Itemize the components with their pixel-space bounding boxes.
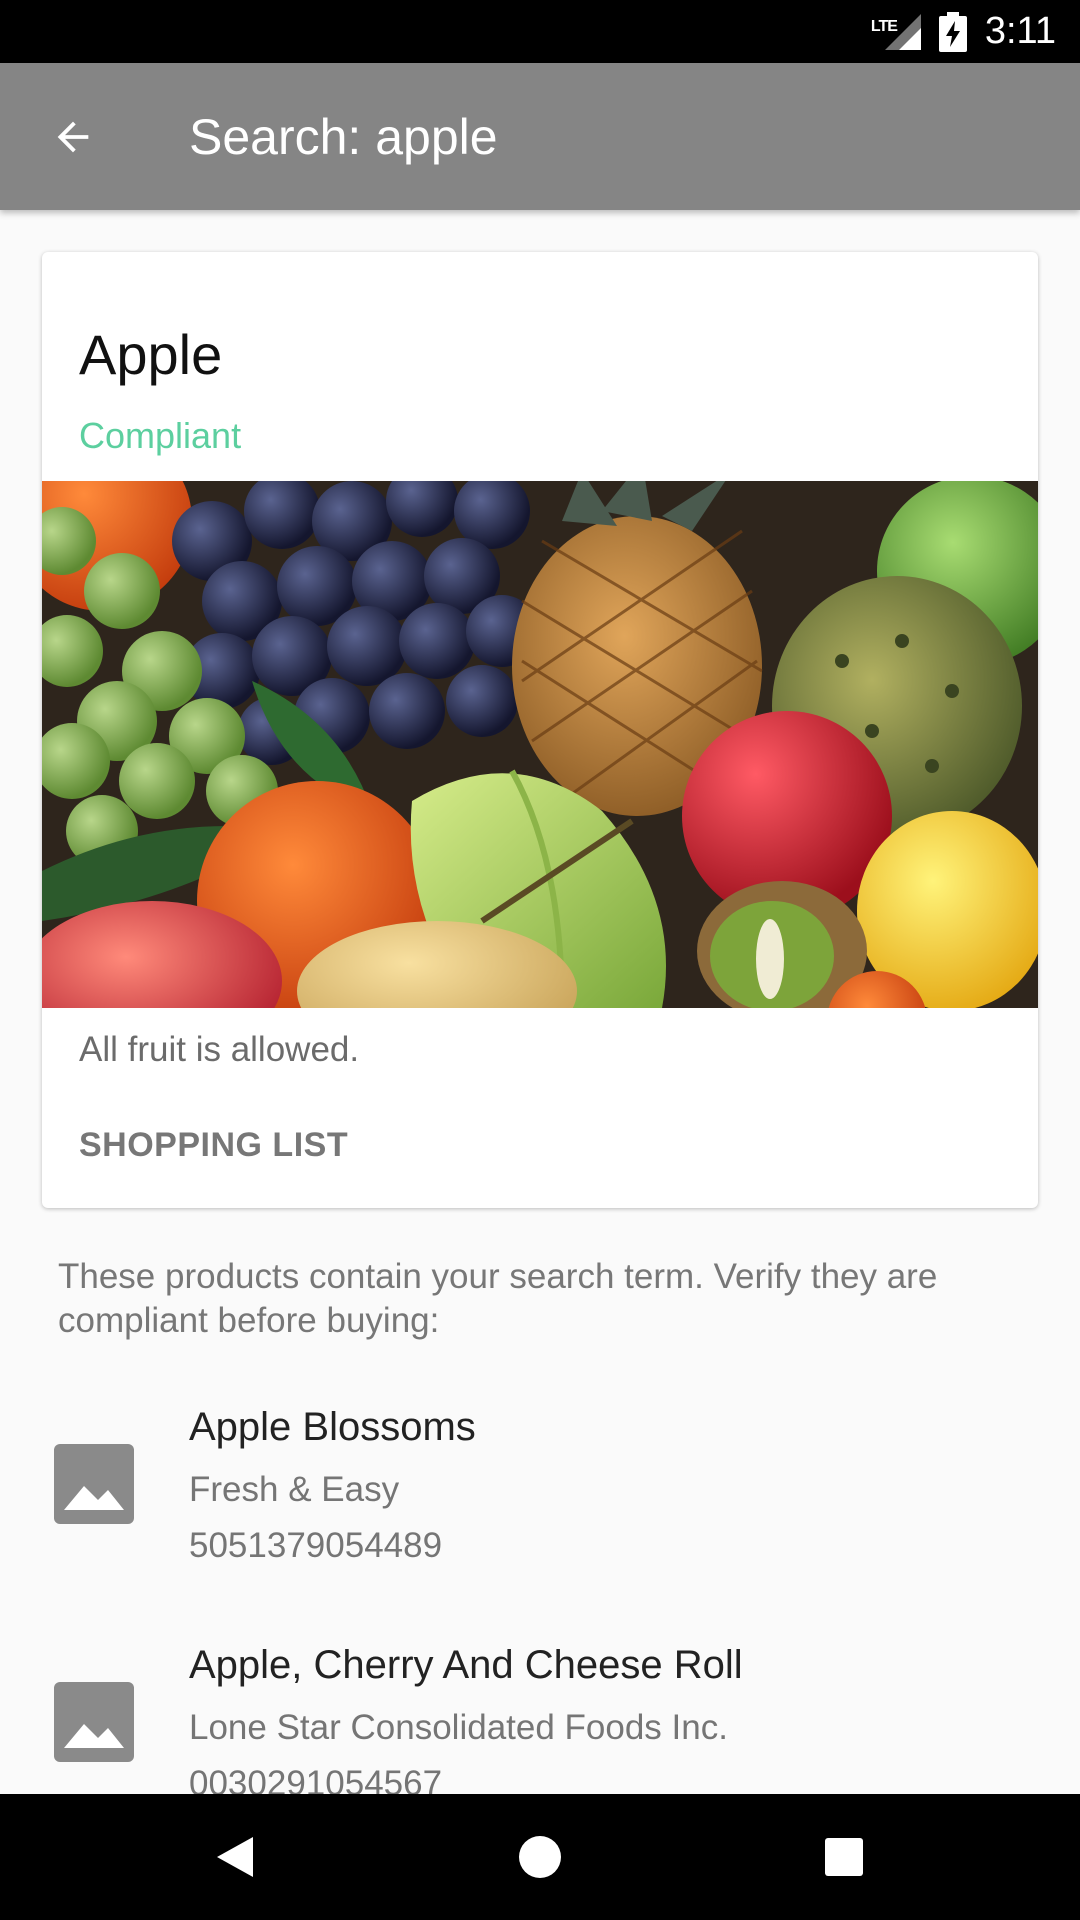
status-bar: LTE 3:11 [0, 0, 1080, 63]
list-item[interactable]: Apple Blossoms Fresh & Easy 505137905448… [0, 1400, 1080, 1630]
product-name: Apple, Cherry And Cheese Roll [189, 1643, 743, 1687]
arrow-back-icon [57, 121, 89, 152]
product-name: Apple Blossoms [189, 1405, 476, 1449]
nav-recents-icon [825, 1838, 863, 1876]
product-barcode: 5051379054489 [189, 1526, 443, 1565]
nav-back-icon [217, 1837, 253, 1877]
back-button[interactable] [40, 104, 106, 170]
product-brand: Lone Star Consolidated Foods Inc. [189, 1708, 728, 1747]
battery-charging-icon [938, 11, 967, 52]
page-title: Search: apple [189, 108, 498, 165]
nav-home-button[interactable] [480, 1794, 600, 1920]
clock: 3:11 [984, 10, 1056, 52]
fruit-image [42, 481, 1038, 1008]
navigation-bar [0, 1794, 1080, 1920]
card-title: Apple [79, 323, 223, 386]
product-barcode: 0030291054567 [189, 1764, 443, 1794]
card-description: All fruit is allowed. [79, 1030, 360, 1069]
app-bar: Search: apple [0, 63, 1080, 210]
lte-signal-icon: LTE [871, 12, 921, 52]
image-placeholder-icon [54, 1444, 134, 1524]
image-placeholder-icon [54, 1682, 134, 1762]
nav-back-button[interactable] [175, 1794, 295, 1920]
list-item[interactable]: Apple, Cherry And Cheese Roll Lone Star … [0, 1638, 1080, 1794]
nav-home-icon [519, 1836, 561, 1878]
product-brand: Fresh & Easy [189, 1470, 400, 1509]
result-card[interactable]: Apple Compliant All fruit is allowed. SH… [42, 252, 1038, 1208]
shopping-list-button[interactable]: SHOPPING LIST [79, 1126, 348, 1165]
info-text: These products contain your search term.… [58, 1257, 938, 1340]
compliance-status: Compliant [79, 415, 242, 456]
nav-recents-button[interactable] [784, 1794, 904, 1920]
